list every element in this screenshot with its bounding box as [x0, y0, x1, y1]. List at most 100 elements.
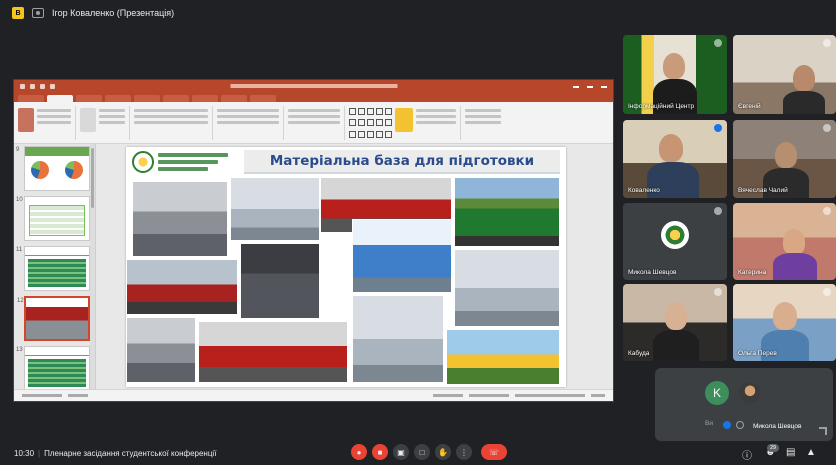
slide-counter [22, 394, 62, 397]
participant-tile[interactable]: Микола Шевцов [623, 203, 727, 280]
slide-thumbnail[interactable]: 10 [16, 196, 90, 241]
participant-tile[interactable]: Кабуда [623, 284, 727, 361]
reset-button[interactable] [99, 115, 125, 118]
cut-button[interactable] [37, 109, 71, 112]
self-view-tools [723, 421, 744, 429]
replace-button[interactable] [465, 115, 501, 118]
more-vert-icon[interactable]: ⋮ [456, 444, 472, 460]
zoom-slider[interactable] [515, 394, 585, 397]
self-camera-avatar [739, 382, 761, 404]
pin-icon[interactable] [823, 288, 831, 296]
format-painter-button[interactable] [37, 121, 71, 124]
tab-design[interactable] [105, 95, 131, 102]
align-text-button[interactable] [288, 115, 340, 118]
participant-name: Ольга Перев [738, 350, 777, 357]
camera-icon[interactable]: ■ [372, 444, 388, 460]
presenter-title: Ігор Коваленко (Презентація) [52, 8, 175, 18]
paragraph-group [217, 106, 284, 140]
font-name-dropdown[interactable] [134, 109, 208, 112]
section-button[interactable] [99, 121, 125, 124]
photo-engine-stand [352, 295, 444, 383]
presentation-icon [32, 8, 44, 18]
tab-review[interactable] [221, 95, 247, 102]
self-view-tile[interactable]: K Микола Шевцов [655, 368, 833, 441]
layout-button[interactable] [99, 109, 125, 112]
shape-outline-button[interactable] [416, 115, 456, 118]
photo-vr-training [240, 243, 320, 319]
tab-home[interactable] [47, 95, 73, 102]
arrange-button[interactable] [395, 108, 413, 132]
copy-button[interactable] [37, 115, 71, 118]
find-button[interactable] [465, 109, 501, 112]
frame-icon[interactable] [736, 421, 744, 429]
tab-insert[interactable] [76, 95, 102, 102]
tab-view[interactable] [250, 95, 276, 102]
paste-button[interactable] [18, 108, 34, 132]
shape-fill-button[interactable] [416, 109, 456, 112]
participant-name: Коваленко [628, 187, 660, 194]
powerpoint-statusbar [14, 389, 613, 401]
save-icon[interactable] [20, 83, 25, 89]
participant-tile[interactable]: Коваленко [623, 120, 727, 198]
smartart-button[interactable] [288, 121, 340, 124]
expand-icon[interactable] [819, 427, 827, 435]
text-direction-button[interactable] [288, 109, 340, 112]
pin-icon[interactable] [714, 207, 722, 215]
info-icon[interactable]: ⓘ [742, 447, 752, 462]
pin-icon[interactable] [823, 207, 831, 215]
participant-tile[interactable]: Євгеній [733, 35, 836, 114]
slide-thumbnail[interactable]: 9 [16, 146, 90, 191]
more-options-icon[interactable] [723, 421, 731, 429]
slide-thumbnail[interactable]: 13 [16, 346, 90, 389]
chat-icon[interactable]: ▤ [786, 447, 795, 458]
captions-icon[interactable]: ▣ [393, 444, 409, 460]
align-buttons[interactable] [217, 115, 279, 118]
present-icon[interactable]: □ [414, 444, 430, 460]
start-presentation-icon[interactable] [50, 83, 55, 89]
university-logo-icon [132, 151, 154, 173]
spacing-buttons[interactable] [217, 121, 279, 124]
pin-icon[interactable] [714, 288, 722, 296]
participant-tile[interactable]: Ольга Перев [733, 284, 836, 361]
university-name-block [158, 153, 228, 171]
view-buttons[interactable] [469, 394, 509, 397]
pin-icon[interactable] [823, 124, 831, 132]
hand-icon[interactable]: ✋ [435, 444, 451, 460]
slide-thumbnail-selected[interactable]: 12 [17, 296, 90, 341]
activities-icon[interactable]: ▲ [806, 447, 816, 458]
font-style-buttons[interactable] [134, 115, 208, 118]
select-button[interactable] [465, 121, 501, 124]
slide-thumbnail[interactable]: 11 [16, 246, 90, 291]
participant-tile[interactable]: Вячеслав Чалий [733, 120, 836, 198]
close-icon[interactable] [601, 86, 607, 88]
notes-button[interactable] [433, 394, 463, 397]
maximize-icon[interactable] [587, 86, 593, 88]
list-buttons[interactable] [217, 109, 279, 112]
app-badge[interactable]: В [12, 7, 24, 19]
slide-heading: Матеріальна база для підготовки [269, 153, 535, 169]
top-bar: В Ігор Коваленко (Презентація) [0, 0, 836, 26]
thumbnails-scrollbar[interactable] [90, 144, 95, 389]
participant-tile[interactable]: Інформаційний Центр [623, 35, 727, 114]
end-call-icon[interactable]: ☏ [481, 444, 507, 460]
tab-slideshow[interactable] [192, 95, 218, 102]
redo-icon[interactable] [40, 83, 45, 89]
undo-icon[interactable] [30, 83, 35, 89]
tab-animations[interactable] [163, 95, 189, 102]
powerpoint-workspace: 9 10 11 12 13 Матеріальна база для підго… [14, 144, 613, 389]
font-effects-buttons[interactable] [134, 121, 208, 124]
ribbon [14, 102, 613, 144]
participant-name: Катерина [738, 269, 767, 276]
pin-icon[interactable] [823, 39, 831, 47]
participant-name: Вячеслав Чалий [738, 187, 788, 194]
pin-icon[interactable] [714, 39, 722, 47]
minimize-icon[interactable] [573, 86, 579, 88]
participant-tile[interactable]: Катерина [733, 203, 836, 280]
tab-file[interactable] [18, 95, 44, 102]
slides-group [80, 106, 130, 140]
shapes-gallery[interactable] [349, 108, 392, 140]
tab-transitions[interactable] [134, 95, 160, 102]
microphone-icon[interactable]: ● [351, 444, 367, 460]
new-slide-button[interactable] [80, 108, 96, 132]
shape-effects-button[interactable] [416, 121, 456, 124]
